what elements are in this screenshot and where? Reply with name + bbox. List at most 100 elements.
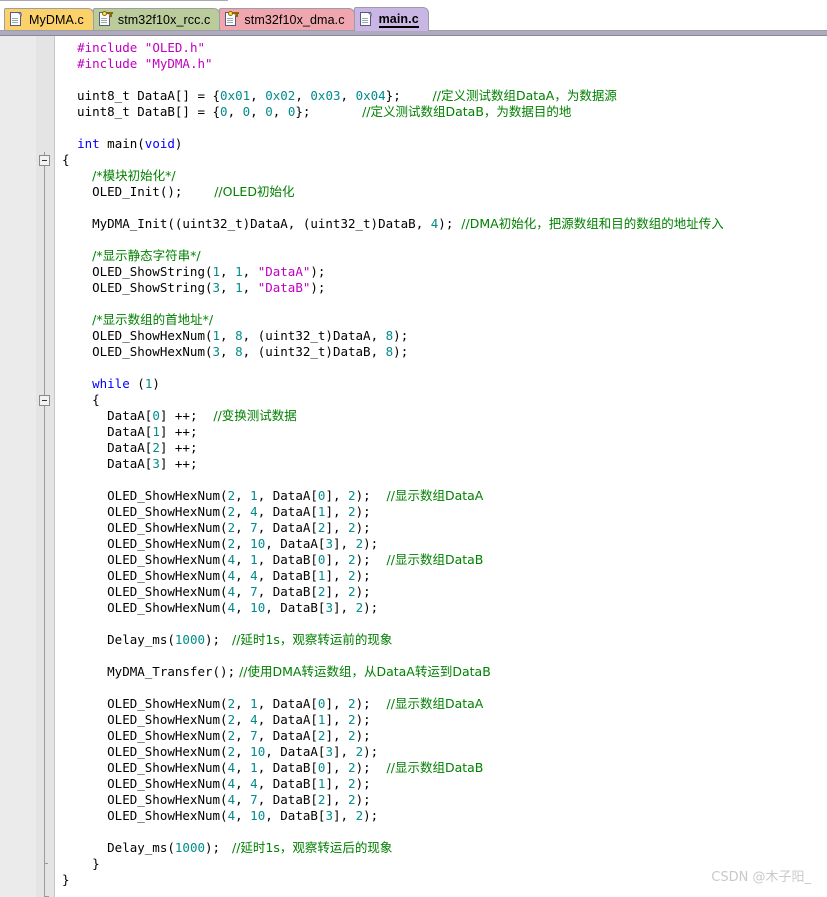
code-token: , — [250, 104, 266, 119]
code-line[interactable] — [55, 648, 827, 664]
code-editor[interactable]: 3456789101112131415161718192021222324252… — [0, 36, 827, 897]
code-line[interactable]: OLED_ShowHexNum(2, 4, DataA[1], 2); — [55, 712, 827, 728]
code-line[interactable]: while (1) — [55, 376, 827, 392]
code-folding-margin[interactable] — [36, 36, 54, 897]
tab-main-c[interactable]: main.c — [353, 7, 429, 31]
code-line[interactable]: OLED_ShowHexNum(2, 7, DataA[2], 2); — [55, 520, 827, 536]
code-line[interactable]: OLED_ShowHexNum(2, 10, DataA[3], 2); — [55, 744, 827, 760]
fold-margin-cell — [36, 616, 54, 632]
code-line[interactable]: OLED_ShowHexNum(2, 4, DataA[1], 2); — [55, 504, 827, 520]
code-line[interactable] — [55, 888, 827, 897]
tab-stm32f10x-rcc-c[interactable]: stm32f10x_rcc.c — [92, 8, 221, 31]
code-line[interactable]: #include "OLED.h" — [55, 40, 827, 56]
code-line[interactable]: DataA[2] ++; — [55, 440, 827, 456]
code-line[interactable]: DataA[0] ++; //变换测试数据 — [55, 408, 827, 424]
code-line[interactable]: OLED_ShowHexNum(4, 10, DataB[3], 2); — [55, 600, 827, 616]
tab-label: MyDMA.c — [29, 13, 84, 27]
code-line[interactable]: OLED_ShowHexNum(4, 7, DataB[2], 2); — [55, 584, 827, 600]
code-token: ); — [355, 760, 371, 775]
code-token: 0 — [265, 104, 273, 119]
tab-stm32f10x-dma-c[interactable]: stm32f10x_dma.c — [219, 8, 355, 31]
fold-toggle[interactable] — [36, 152, 54, 168]
code-line[interactable]: OLED_ShowHexNum(4, 10, DataB[3], 2); — [55, 808, 827, 824]
tab-mydma-c[interactable]: MyDMA.c — [4, 8, 94, 31]
code-line[interactable] — [55, 472, 827, 488]
code-line[interactable]: OLED_ShowHexNum(4, 7, DataB[2], 2); — [55, 792, 827, 808]
code-line[interactable] — [55, 616, 827, 632]
code-line[interactable] — [55, 72, 827, 88]
code-token: , DataB[ — [257, 568, 318, 583]
code-line[interactable]: OLED_ShowHexNum(3, 8, (uint32_t)DataB, 8… — [55, 344, 827, 360]
code-line[interactable]: OLED_ShowHexNum(2, 1, DataA[0], 2); //显示… — [55, 696, 827, 712]
code-line[interactable]: OLED_ShowHexNum(4, 1, DataB[0], 2); //显示… — [55, 552, 827, 568]
code-token: , — [235, 728, 251, 743]
code-line[interactable]: /*显示静态字符串*/ — [55, 248, 827, 264]
code-line[interactable] — [55, 360, 827, 376]
code-token: 0x01 — [220, 88, 251, 103]
code-token: , — [220, 328, 236, 343]
code-line[interactable]: OLED_ShowHexNum(4, 4, DataB[1], 2); — [55, 776, 827, 792]
code-line[interactable] — [55, 296, 827, 312]
code-line[interactable]: #include "MyDMA.h" — [55, 56, 827, 72]
code-token: 3 — [325, 808, 333, 823]
code-line[interactable] — [55, 232, 827, 248]
code-token: 2 — [355, 536, 364, 551]
code-token: //变换测试数据 — [197, 408, 297, 423]
code-line[interactable]: MyDMA_Init((uint32_t)DataA, (uint32_t)Da… — [55, 216, 827, 232]
code-line[interactable]: OLED_ShowHexNum(1, 8, (uint32_t)DataA, 8… — [55, 328, 827, 344]
code-token: ); — [363, 744, 379, 759]
file-icon — [359, 11, 373, 28]
code-line[interactable]: DataA[3] ++; — [55, 456, 827, 472]
code-line[interactable]: MyDMA_Transfer(); //使用DMA转运数组，从DataA转运到D… — [55, 664, 827, 680]
code-token: , DataB[ — [257, 792, 318, 807]
code-line[interactable]: OLED_ShowHexNum(4, 1, DataB[0], 2); //显示… — [55, 760, 827, 776]
code-line[interactable]: DataA[1] ++; — [55, 424, 827, 440]
code-line[interactable] — [55, 120, 827, 136]
code-line[interactable]: OLED_ShowHexNum(2, 7, DataA[2], 2); — [55, 728, 827, 744]
code-line[interactable] — [55, 200, 827, 216]
code-token: , — [235, 744, 251, 759]
code-line[interactable] — [55, 680, 827, 696]
code-line[interactable]: OLED_ShowHexNum(2, 1, DataA[0], 2); //显示… — [55, 488, 827, 504]
code-token: 4 — [250, 568, 258, 583]
code-line[interactable]: int main(void) — [55, 136, 827, 152]
code-token: ], — [325, 728, 349, 743]
code-token: ] ++; — [159, 456, 198, 471]
code-token: 7 — [250, 520, 258, 535]
code-line[interactable]: OLED_Init(); //OLED初始化 — [55, 184, 827, 200]
code-text-area[interactable]: #include "OLED.h" #include "MyDMA.h" uin… — [54, 36, 827, 897]
code-token: , — [235, 536, 251, 551]
code-line[interactable]: Delay_ms(1000); //延时1s，观察转运前的现象 — [55, 632, 827, 648]
fold-margin-cell — [36, 664, 54, 680]
code-line[interactable]: /*显示数组的首地址*/ — [55, 312, 827, 328]
code-token: , — [235, 792, 251, 807]
code-line[interactable]: OLED_ShowHexNum(2, 10, DataA[3], 2); — [55, 536, 827, 552]
code-token: , (uint32_t)DataB, — [242, 344, 386, 359]
code-line[interactable]: OLED_ShowHexNum(4, 4, DataB[1], 2); — [55, 568, 827, 584]
code-line[interactable] — [55, 824, 827, 840]
code-token: 3 — [325, 536, 333, 551]
fold-margin-cell — [36, 552, 54, 568]
code-token: , DataB[ — [257, 776, 318, 791]
code-line[interactable]: { — [55, 152, 827, 168]
code-line[interactable]: OLED_ShowString(3, 1, "DataB"); — [55, 280, 827, 296]
code-token: ); — [355, 488, 371, 503]
fold-margin-cell — [36, 248, 54, 264]
fold-margin-cell — [36, 824, 54, 840]
tabstrip-top-border-right — [228, 0, 827, 1]
code-token: 3 — [325, 744, 333, 759]
code-line[interactable]: uint8_t DataB[] = {0, 0, 0, 0}; //定义测试数组… — [55, 104, 827, 120]
code-line[interactable]: /*模块初始化*/ — [55, 168, 827, 184]
code-line[interactable]: { — [55, 392, 827, 408]
fold-margin-cell — [36, 168, 54, 184]
code-token: ] ++; — [159, 424, 198, 439]
code-token: 1 — [212, 264, 221, 279]
code-line[interactable]: OLED_ShowString(1, 1, "DataA"); — [55, 264, 827, 280]
code-line[interactable]: Delay_ms(1000); //延时1s，观察转运后的现象 — [55, 840, 827, 856]
code-token: , — [295, 88, 311, 103]
fold-margin-cell — [36, 680, 54, 696]
fold-toggle[interactable] — [36, 392, 54, 408]
code-token: , — [340, 88, 356, 103]
code-line[interactable]: uint8_t DataA[] = {0x01, 0x02, 0x03, 0x0… — [55, 88, 827, 104]
